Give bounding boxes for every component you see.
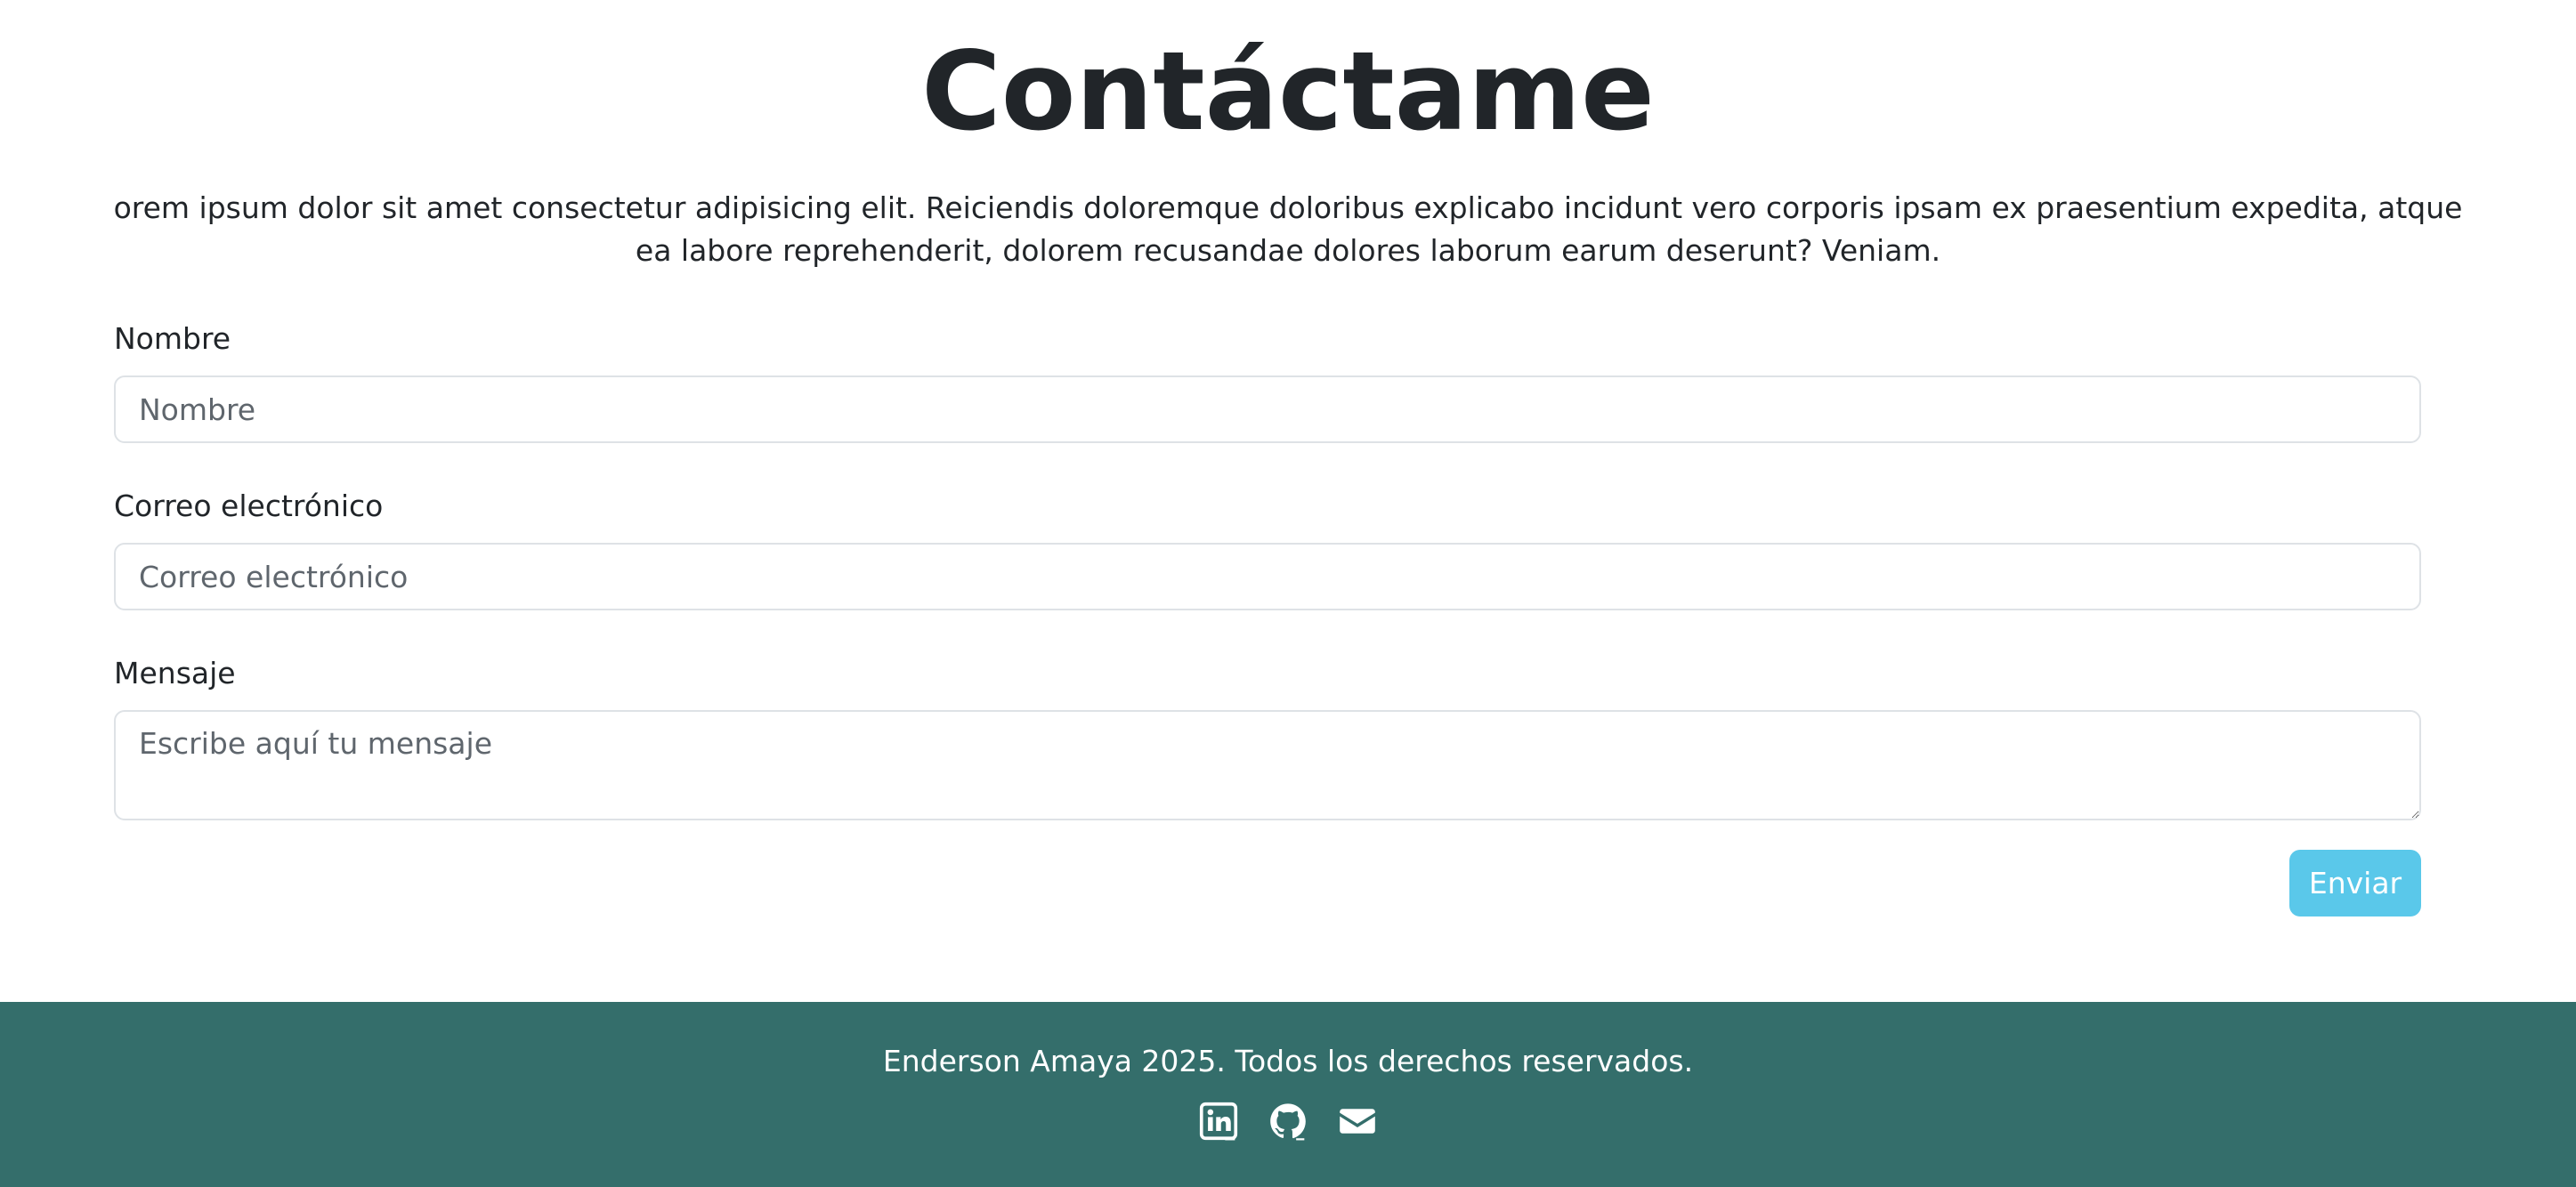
email-input[interactable]: [114, 543, 2421, 610]
submit-button[interactable]: Enviar: [2289, 850, 2421, 916]
linkedin-icon: [1199, 1102, 1238, 1141]
page-title: Contáctame: [921, 28, 1655, 155]
page: Contáctame orem ipsum dolor sit amet con…: [0, 0, 2576, 1187]
linkedin-link[interactable]: [1199, 1102, 1238, 1141]
message-textarea[interactable]: [114, 710, 2421, 820]
social-links: [0, 1102, 2576, 1141]
name-label: Nombre: [114, 321, 231, 356]
message-label: Mensaje: [114, 656, 236, 690]
envelope-icon: [1340, 1109, 1375, 1134]
github-icon: [1270, 1103, 1306, 1141]
intro-text: orem ipsum dolor sit amet consectetur ad…: [113, 190, 2463, 268]
footer: Enderson Amaya 2025. Todos los derechos …: [0, 1002, 2576, 1187]
email-link[interactable]: [1338, 1102, 1377, 1141]
github-link[interactable]: [1268, 1102, 1308, 1141]
email-label: Correo electrónico: [114, 489, 384, 523]
name-input[interactable]: [114, 375, 2421, 443]
copyright-text: Enderson Amaya 2025. Todos los derechos …: [882, 1044, 1694, 1078]
contact-section: Contáctame orem ipsum dolor sit amet con…: [0, 0, 2576, 1002]
